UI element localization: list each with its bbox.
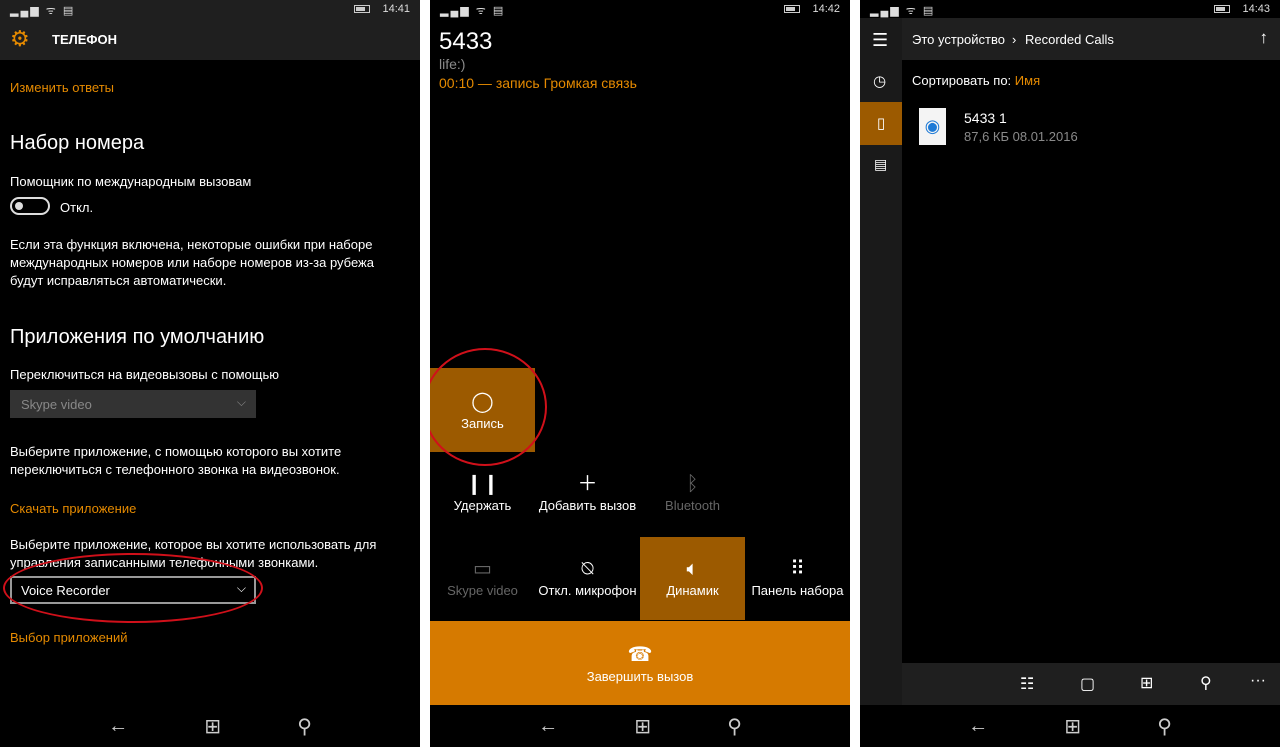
toggle-state: Откл.: [60, 200, 94, 215]
windows-icon[interactable]: ⊞: [204, 714, 221, 739]
speaker-icon: 🔈︎: [686, 558, 699, 580]
status-bar: ▂▄▆ ᯤ ▤ 14:41: [0, 0, 420, 18]
clock: 14:43: [1242, 3, 1270, 15]
phone-storage-icon[interactable]: ▯: [860, 102, 902, 145]
breadcrumb: Это устройство › Recorded Calls ↑: [902, 18, 1280, 60]
header: ⚙ ТЕЛЕФОН: [0, 18, 420, 60]
hang-up-icon: ☎: [627, 644, 653, 666]
bluetooth-label: Bluetooth: [665, 498, 720, 513]
dialing-heading: Набор номера: [10, 132, 145, 154]
search-icon[interactable]: ⚲: [1157, 714, 1172, 739]
speaker-button[interactable]: 🔈︎ Динамик: [640, 537, 745, 620]
chevron-down-icon: ⌵: [236, 395, 246, 409]
sort-value[interactable]: Имя: [1015, 73, 1040, 88]
windows-icon[interactable]: ⊞: [634, 714, 651, 739]
toggle-knob: [15, 202, 23, 210]
back-icon[interactable]: ←: [108, 715, 128, 738]
bluetooth-icon: ᛒ: [686, 473, 699, 495]
mute-label: Откл. микрофон: [538, 583, 637, 598]
speaker-label: Динамик: [666, 583, 719, 598]
video-app-select[interactable]: Skype video ⌵: [10, 390, 256, 418]
more-icon[interactable]: ···: [1250, 672, 1266, 690]
nav-bar: ← ⊞ ⚲: [0, 705, 420, 747]
call-screen: ▂▄▆ ᯤ ▤ 14:42 5433 life:) 00:10 — запись…: [430, 0, 850, 747]
mute-microphone-icon: ⍉: [581, 558, 594, 580]
nav-bar: ← ⊞ ⚲: [860, 705, 1280, 747]
breadcrumb-separator: ›: [1012, 32, 1017, 47]
signal-icon: ▂▄▆ ᯤ ▤: [10, 5, 76, 17]
up-arrow-icon[interactable]: ↑: [1260, 28, 1269, 48]
sort-control[interactable]: Сортировать по: Имя: [912, 73, 1040, 88]
assistant-description: Если эта функция включена, некоторые оши…: [10, 237, 374, 288]
windows-icon[interactable]: ⊞: [1064, 714, 1081, 739]
skype-video-button[interactable]: ▭ Skype video: [430, 555, 535, 598]
search-icon[interactable]: ⚲: [297, 714, 312, 739]
gear-icon: ⚙: [10, 26, 30, 51]
sidebar: ☰ ◷ ▯ ▤: [860, 18, 902, 705]
defaults-heading: Приложения по умолчанию: [10, 326, 265, 348]
battery-icon: [784, 5, 801, 14]
file-name: 5433 1: [964, 110, 1007, 126]
status-bar: ▂▄▆ ᯤ ▤ 14:43: [860, 0, 1280, 18]
battery-icon: [1214, 5, 1231, 14]
search-icon[interactable]: ⚲: [1200, 673, 1212, 693]
file-item[interactable]: ◉ 5433 1 87,6 КБ 08.01.2016: [912, 106, 1272, 148]
end-call-label: Завершить вызов: [586, 669, 694, 684]
download-app-link[interactable]: Скачать приложение: [10, 501, 136, 516]
select-icon[interactable]: ☷: [1020, 674, 1034, 694]
search-icon[interactable]: ⚲: [727, 714, 742, 739]
operator-name: life:): [439, 56, 466, 72]
sort-label: Сортировать по:: [912, 73, 1012, 88]
call-status: 00:10 — запись Громкая связь: [439, 75, 637, 91]
nav-bar: ← ⊞ ⚲: [430, 705, 850, 747]
video-camera-icon: ▭: [473, 558, 492, 580]
video-label: Переключиться на видеовызовы с помощью: [10, 367, 279, 382]
annotation-ellipse: [3, 553, 263, 623]
view-icon[interactable]: ⊞: [1140, 673, 1153, 693]
hold-label: Удержать: [453, 498, 512, 513]
breadcrumb-root[interactable]: Это устройство: [912, 32, 1005, 47]
breadcrumb-current: Recorded Calls: [1025, 32, 1114, 47]
signal-icon: ▂▄▆ ᯤ ▤: [440, 5, 506, 17]
hamburger-menu-icon[interactable]: ☰: [872, 30, 888, 51]
skype-video-label: Skype video: [447, 583, 518, 598]
choose-apps-link[interactable]: Выбор приложений: [10, 630, 128, 645]
app-bar: ☷ ▢ ⊞ ⚲ ···: [902, 663, 1280, 705]
caller-number: 5433: [439, 28, 493, 55]
end-call-button[interactable]: ☎ Завершить вызов: [430, 621, 850, 705]
audio-file-icon: ◉: [919, 108, 946, 145]
add-call-button[interactable]: ＋ Добавить вызов: [535, 470, 640, 513]
settings-phone-screen: ▂▄▆ ᯤ ▤ 14:41 ⚙ ТЕЛЕФОН Изменить ответы …: [0, 0, 420, 747]
signal-icon: ▂▄▆ ᯤ ▤: [870, 5, 936, 17]
keypad-icon: ⠿: [790, 558, 805, 580]
back-icon[interactable]: ←: [538, 715, 558, 738]
recent-clock-icon[interactable]: ◷: [873, 72, 886, 90]
page-title: ТЕЛЕФОН: [52, 32, 117, 47]
clock: 14:42: [812, 3, 840, 15]
select-value: Skype video: [21, 397, 92, 412]
file-explorer-screen: ▂▄▆ ᯤ ▤ 14:43 ☰ ◷ ▯ ▤ Это устройство › R…: [860, 0, 1280, 747]
sd-card-icon[interactable]: ▤: [874, 156, 887, 173]
keypad-label: Панель набора: [751, 583, 844, 598]
video-description: Выберите приложение, с помощью которого …: [10, 444, 342, 477]
add-call-label: Добавить вызов: [538, 498, 637, 513]
clock: 14:41: [382, 3, 410, 15]
battery-icon: [354, 5, 371, 14]
file-meta: 87,6 КБ 08.01.2016: [964, 129, 1078, 144]
back-icon[interactable]: ←: [968, 715, 988, 738]
change-replies-link[interactable]: Изменить ответы: [10, 80, 114, 95]
pause-icon: ❙❙: [465, 473, 500, 495]
keypad-button[interactable]: ⠿ Панель набора: [745, 555, 850, 598]
hold-button[interactable]: ❙❙ Удержать: [430, 470, 535, 513]
assistant-label: Помощник по международным вызовам: [10, 174, 252, 189]
mute-button[interactable]: ⍉ Откл. микрофон: [535, 555, 640, 598]
assistant-toggle[interactable]: [10, 197, 50, 215]
bluetooth-button[interactable]: ᛒ Bluetooth: [640, 470, 745, 513]
status-bar: ▂▄▆ ᯤ ▤ 14:42: [430, 0, 850, 18]
plus-icon: ＋: [577, 473, 598, 495]
new-folder-icon[interactable]: ▢: [1080, 674, 1095, 694]
